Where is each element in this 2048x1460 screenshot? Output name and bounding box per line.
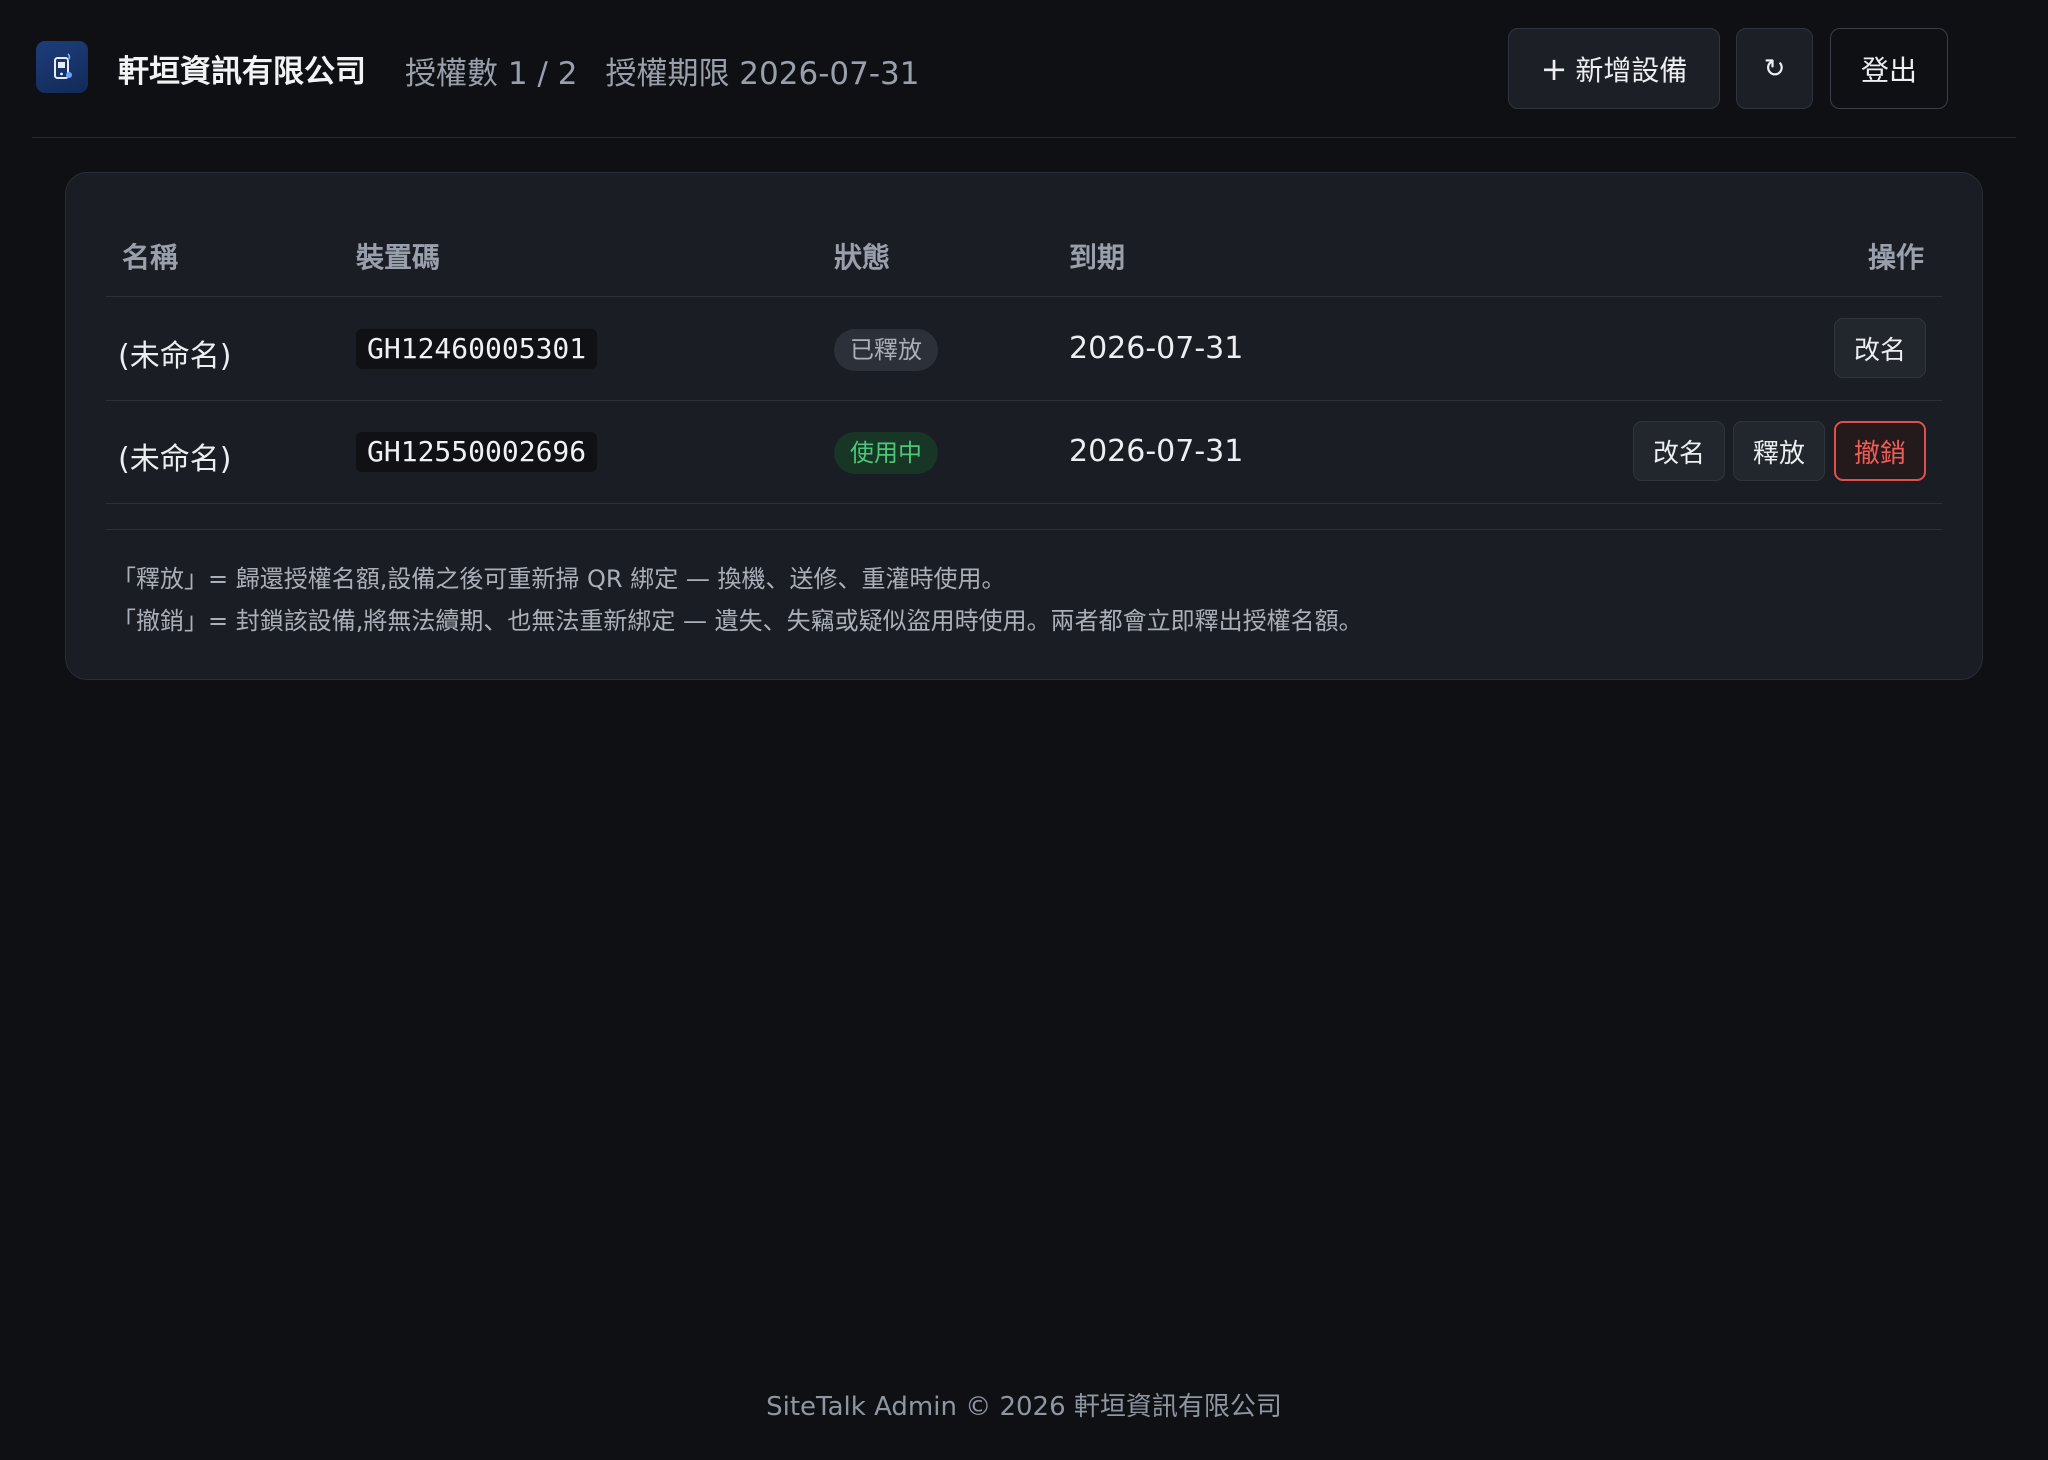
company-name: 軒垣資訊有限公司 [118,54,366,90]
expiry-date: 2026-07-31 [1069,331,1244,366]
column-header-expiry: 到期 [1069,241,1126,274]
app-logo [36,41,88,93]
plus-icon: + [1540,49,1568,88]
rename-button[interactable]: 改名 [1834,318,1926,378]
column-header-status: 狀態 [834,241,891,274]
revoke-button[interactable]: 撤銷 [1834,421,1926,481]
device-code: GH12550002696 [356,432,598,472]
column-header-device-code: 裝置碼 [356,241,441,274]
license-expiry: 授權期限 2026-07-31 [605,56,920,92]
refresh-button[interactable]: ↻ [1736,28,1813,109]
rename-button[interactable]: 改名 [1633,421,1725,481]
status-badge: 已釋放 [834,329,938,371]
add-device-button[interactable]: + 新增設備 [1508,28,1720,109]
license-count: 授權數 1 / 2 [405,56,578,92]
column-header-name: 名稱 [122,241,179,274]
device-code: GH12460005301 [356,329,598,369]
device-name: (未命名) [118,442,232,477]
logout-button[interactable]: 登出 [1830,28,1948,109]
release-note: 「釋放」= 歸還授權名額,設備之後可重新掃 QR 綁定 — 換機、送修、重灌時使… [112,565,1006,593]
header-divider [106,296,1942,297]
revoke-note: 「撤銷」= 封鎖該設備,將無法續期、也無法重新綁定 — 遺失、失竊或疑似盜用時使… [112,607,1363,635]
notes-divider [106,529,1942,530]
device-name: (未命名) [118,339,232,374]
expiry-date: 2026-07-31 [1069,434,1244,469]
column-header-actions: 操作 [1868,241,1925,274]
footer-text: SiteTalk Admin © 2026 軒垣資訊有限公司 [766,1392,1282,1422]
add-device-label: 新增設備 [1575,53,1688,87]
release-button[interactable]: 釋放 [1733,421,1825,481]
row-divider [106,503,1942,504]
license-info: 授權數 1 / 2 授權期限 2026-07-31 [405,48,919,93]
phone-app-icon [54,53,72,79]
status-badge: 使用中 [834,432,938,474]
row-divider [106,400,1942,401]
